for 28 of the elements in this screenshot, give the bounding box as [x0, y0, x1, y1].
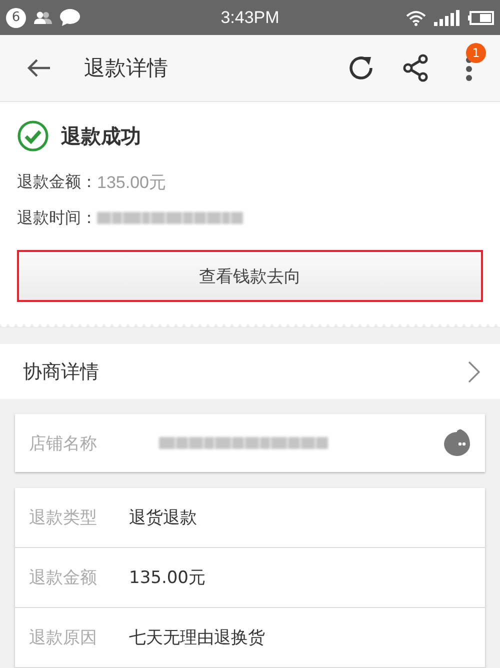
signal-icon — [434, 10, 460, 26]
field-label: 退款类型 — [29, 507, 98, 529]
negotiation-row[interactable]: 协商详情 — [0, 344, 500, 399]
check-circle-icon — [17, 120, 49, 152]
back-arrow-icon[interactable] — [26, 58, 52, 78]
field-label: 退款原因 — [29, 627, 98, 649]
chat-bubble-icon — [60, 9, 80, 26]
notification-count: 6 — [6, 8, 26, 28]
field-label: 退款金额 — [29, 567, 98, 589]
page-title: 退款详情 — [84, 55, 169, 82]
status-time: 3:43PM — [220, 8, 280, 28]
field-label: 店铺名称 — [29, 432, 98, 454]
battery-icon — [468, 10, 494, 24]
refund-status: 退款成功 — [61, 122, 141, 150]
refund-amount: 135.00元 — [97, 172, 166, 194]
field-label: 退款金额： — [17, 172, 97, 192]
notification-badge: 1 — [466, 43, 486, 63]
contacts-icon — [34, 10, 52, 24]
chevron-right-icon — [468, 360, 480, 382]
share-icon[interactable] — [402, 53, 430, 83]
chat-mascot-icon[interactable] — [443, 428, 471, 458]
field-value: 七天无理由退换货 — [129, 627, 265, 649]
field-value: 135.00元 — [129, 567, 206, 589]
view-money-flow-button[interactable]: 查看钱款去向 — [17, 250, 483, 302]
field-label: 退款时间： — [17, 208, 97, 228]
field-value: 退货退款 — [129, 507, 197, 529]
wifi-icon — [406, 10, 426, 26]
negotiation-label: 协商详情 — [23, 360, 99, 384]
